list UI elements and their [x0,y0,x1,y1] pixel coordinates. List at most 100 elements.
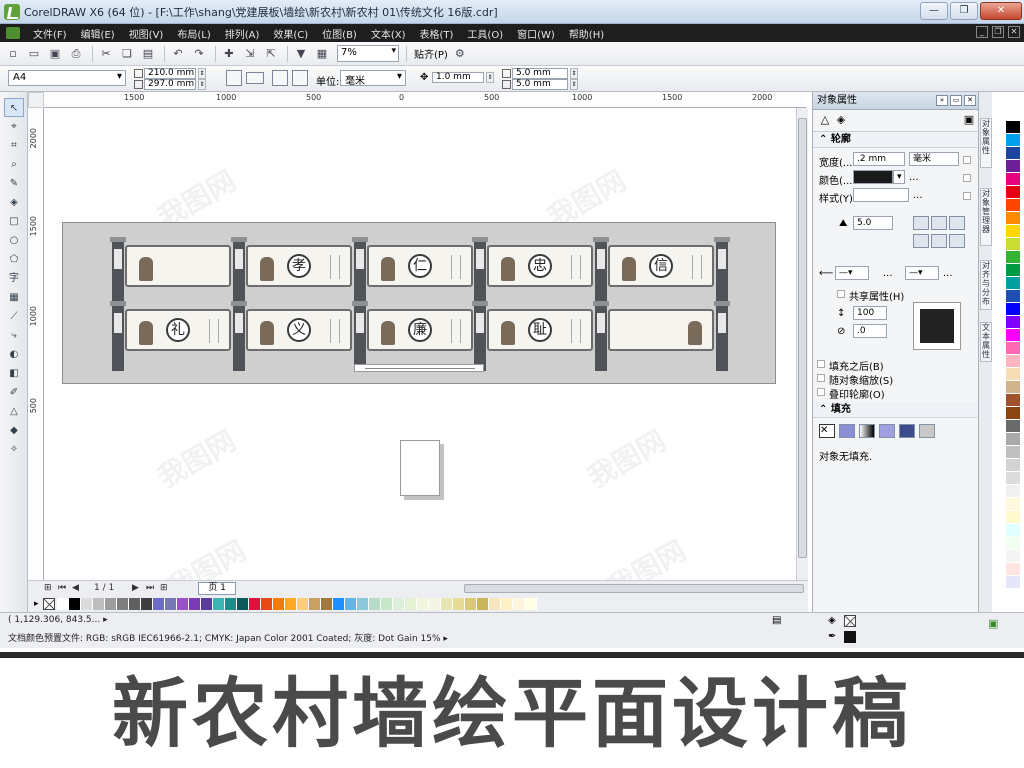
color-swatch[interactable] [1006,173,1020,186]
color-swatch[interactable] [1006,290,1020,303]
fill-section-title[interactable]: ⌃ 填充 [813,402,978,418]
color-swatch[interactable] [344,598,357,610]
text-tool-icon[interactable]: 字 [4,269,24,288]
add-page-before-icon[interactable]: ⊞ [44,583,52,593]
color-swatch[interactable] [1006,251,1020,264]
fill-tab-icon[interactable]: ◈ [833,113,849,129]
color-swatch[interactable] [92,598,105,610]
snap-to-button[interactable]: 贴齐(P) [414,46,448,61]
fill-tool-icon[interactable]: ◆ [4,421,24,440]
menu-file[interactable]: 文件(F) [26,26,74,41]
end-arrow-select[interactable]: —▾ [905,266,939,280]
vertical-scrollbar[interactable] [796,108,808,580]
page-height-field[interactable]: 297.0 mm [144,79,196,90]
wall-panel[interactable]: 信 [608,245,714,287]
outline-indicator-icon[interactable]: ✒ [828,631,836,642]
vertical-ruler[interactable]: 2000 1500 1000 500 [28,108,44,580]
cut-icon[interactable]: ✂ [97,45,115,63]
wall-panel-closing[interactable] [608,309,714,351]
export-icon[interactable]: ⇱ [262,45,280,63]
corner-round-icon[interactable] [931,216,947,230]
color-swatch[interactable] [1006,225,1020,238]
smart-fill-icon[interactable]: ◈ [4,193,24,212]
height-spinner-icon[interactable]: ⇕ [198,79,206,90]
color-swatch[interactable] [308,598,321,610]
color-swatch[interactable] [164,598,177,610]
redo-icon[interactable]: ↷ [190,45,208,63]
color-swatch[interactable] [1006,576,1020,589]
color-swatch[interactable] [1006,524,1020,537]
menu-window[interactable]: 窗口(W) [510,26,562,41]
color-swatch[interactable] [1006,420,1020,433]
tab-text-properties[interactable]: 文本属性 [980,322,992,362]
wall-panel-title[interactable] [125,245,231,287]
docker-close-icon[interactable]: ✕ [964,95,976,106]
color-swatch[interactable] [452,598,465,610]
wall-panel[interactable]: 义 [246,309,352,351]
wall-panel[interactable]: 忠 [487,245,593,287]
color-swatch[interactable] [68,598,81,610]
color-swatch[interactable] [440,598,453,610]
color-swatch[interactable] [152,598,165,610]
doc-close-icon[interactable]: ✕ [1008,26,1020,38]
color-swatch[interactable] [248,598,261,610]
color-swatch[interactable] [80,598,93,610]
miter-limit-field[interactable]: 5.0 [853,216,893,230]
color-swatch[interactable] [500,598,513,610]
color-swatch[interactable] [104,598,117,610]
wall-panel[interactable]: 礼 [125,309,231,351]
save-icon[interactable]: ▣ [46,45,64,63]
docker-expand-icon[interactable]: » [936,95,948,106]
color-swatch[interactable] [464,598,477,610]
color-dropdown-icon[interactable]: ▾ [893,170,905,184]
color-swatch[interactable] [524,598,537,610]
color-swatch[interactable] [1006,433,1020,446]
interactive-fill-icon[interactable]: ✧ [4,440,24,459]
menu-tools[interactable]: 工具(O) [460,26,510,41]
no-color-swatch[interactable] [42,598,55,610]
wall-panel[interactable]: 孝 [246,245,352,287]
color-swatch[interactable] [1006,537,1020,550]
color-swatch[interactable] [332,598,345,610]
vertical-scroll-thumb[interactable] [798,118,807,558]
print-icon[interactable]: ⎙ [67,45,85,63]
color-swatch[interactable] [1006,134,1020,147]
duplicate-y-field[interactable]: 5.0 mm [512,79,568,90]
color-swatch[interactable] [1006,147,1020,160]
zoom-tool-icon[interactable]: ⌕ [4,155,24,174]
next-page-icon[interactable]: ▶ [132,583,139,593]
current-page-icon[interactable] [292,70,308,86]
color-swatch[interactable] [1006,394,1020,407]
wall-design-board[interactable]: 孝 仁 忠 信 礼 义 廉 耻 [62,222,776,384]
welcome-screen-icon[interactable]: ▦ [313,45,331,63]
prev-page-icon[interactable]: ◀ [72,583,79,593]
color-swatch[interactable] [236,598,249,610]
menu-layout[interactable]: 布局(L) [170,26,217,41]
menu-text[interactable]: 文本(X) [364,26,413,41]
line-style-select[interactable] [853,188,909,202]
outline-tool-icon[interactable]: △ [4,402,24,421]
color-swatch[interactable] [1006,108,1020,121]
units-select[interactable]: 毫米 [340,70,406,87]
new-icon[interactable]: ▫ [4,45,22,63]
landscape-icon[interactable] [246,72,264,84]
color-swatch[interactable] [1006,459,1020,472]
color-swatch[interactable] [1006,264,1020,277]
color-swatch[interactable] [1006,199,1020,212]
outline-color-swatch[interactable] [853,170,893,184]
tab-object-properties[interactable]: 对象属性 [980,118,992,168]
horizontal-scroll-thumb[interactable] [464,584,804,593]
color-swatch[interactable] [320,598,333,610]
menu-bitmaps[interactable]: 位图(B) [315,26,364,41]
wall-panel[interactable]: 耻 [487,309,593,351]
style-checkbox[interactable] [963,192,971,200]
docker-options-icon[interactable]: ▣ [961,113,977,129]
menu-table[interactable]: 表格(T) [413,26,461,41]
close-button[interactable]: ✕ [980,2,1022,20]
last-page-icon[interactable]: ⏭ [146,583,154,593]
cap-round-icon[interactable] [931,234,947,248]
texture-fill-icon[interactable] [899,424,915,438]
color-swatch[interactable] [416,598,429,610]
options-icon[interactable]: ⚙ [451,45,469,63]
color-swatch[interactable] [296,598,309,610]
